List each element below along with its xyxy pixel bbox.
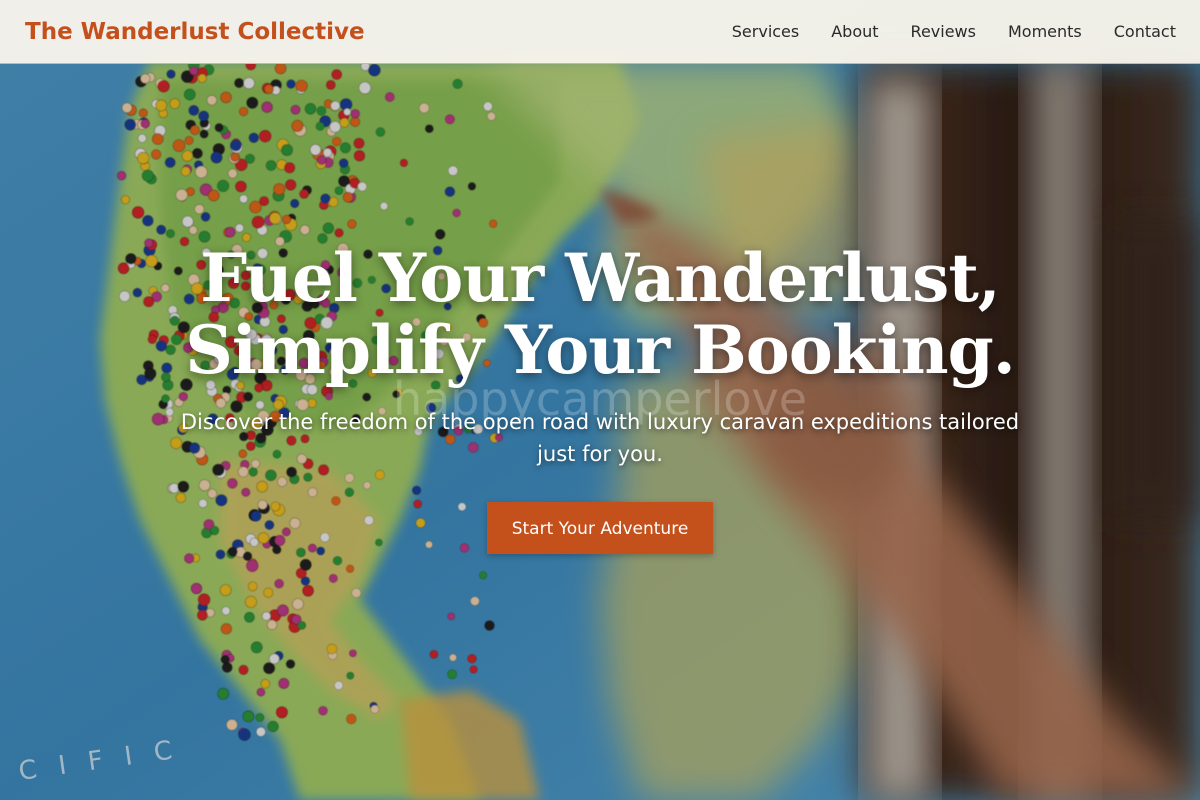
- hero-title-line-1: Fuel Your Wanderlust,: [200, 239, 1001, 317]
- hero-title-line-2: Simplify Your Booking.: [185, 311, 1015, 389]
- nav-link-about[interactable]: About: [831, 22, 878, 41]
- nav-link-contact[interactable]: Contact: [1114, 22, 1176, 41]
- start-adventure-button[interactable]: Start Your Adventure: [487, 502, 713, 554]
- nav-link-moments[interactable]: Moments: [1008, 22, 1082, 41]
- nav-link-reviews[interactable]: Reviews: [911, 22, 976, 41]
- nav-link-services[interactable]: Services: [732, 22, 799, 41]
- main-nav: Services About Reviews Moments Contact: [700, 22, 1176, 41]
- hero-section: Fuel Your Wanderlust, Simplify Your Book…: [0, 242, 1200, 554]
- site-header: The Wanderlust Collective Services About…: [0, 0, 1200, 64]
- hero-title: Fuel Your Wanderlust, Simplify Your Book…: [0, 242, 1200, 386]
- hero-subtitle: Discover the freedom of the open road wi…: [180, 410, 1020, 466]
- brand-logo-link[interactable]: The Wanderlust Collective: [25, 19, 365, 45]
- page: CIFIC The Wanderlust Collective Services…: [0, 0, 1200, 800]
